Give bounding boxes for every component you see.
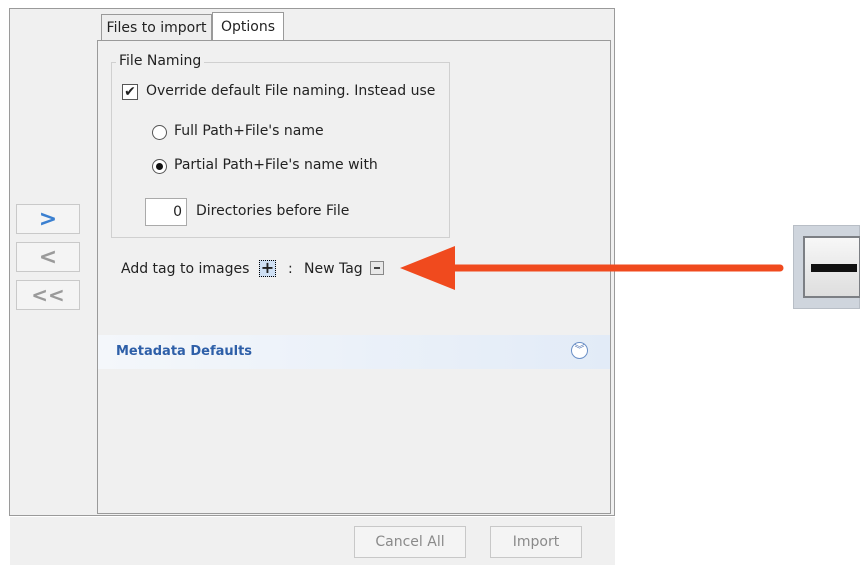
annotation-arrow — [400, 246, 784, 290]
zoomed-minus-icon — [803, 236, 860, 298]
zoomed-minus-button — [793, 225, 860, 309]
